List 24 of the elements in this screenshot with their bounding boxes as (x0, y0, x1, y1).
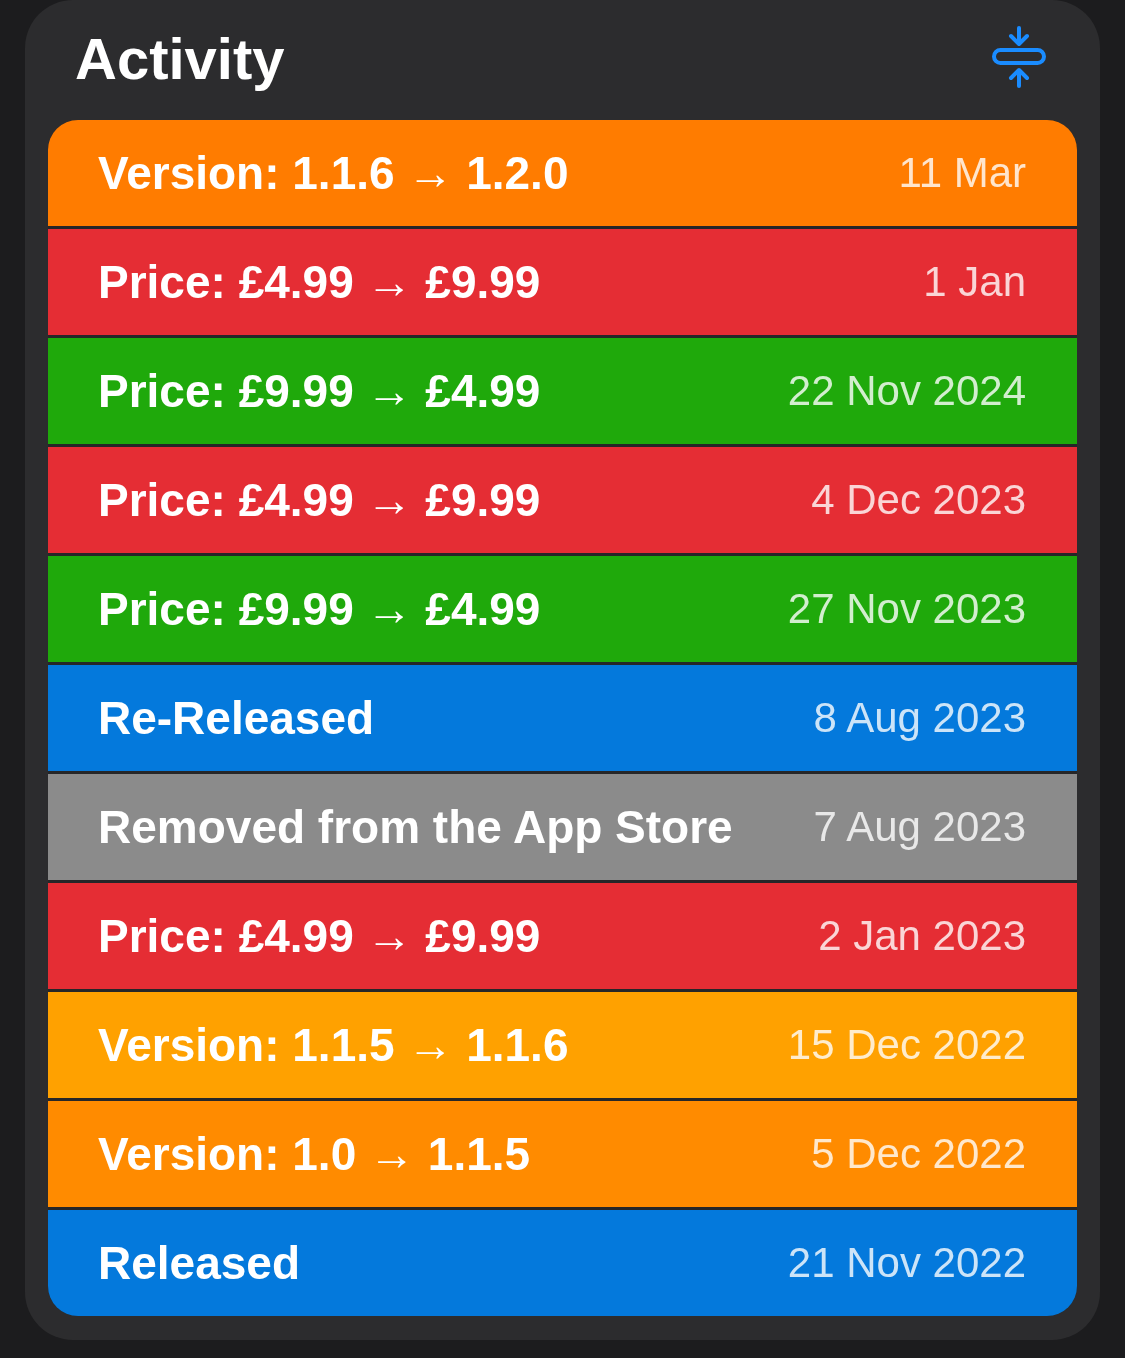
card-title: Activity (75, 24, 285, 92)
date-label: 5 Dec 2022 (811, 1130, 1026, 1178)
date-label: 7 Aug 2023 (813, 803, 1026, 851)
date-label: 4 Dec 2023 (811, 476, 1026, 524)
change-label: Released (98, 1236, 300, 1290)
change-label: Price: £4.99 → £9.99 (98, 255, 541, 309)
change-label: Price: £9.99 → £4.99 (98, 364, 541, 418)
change-label: Version: 1.0 → 1.1.5 (98, 1127, 531, 1181)
change-label: Version: 1.1.6 → 1.2.0 (98, 146, 569, 200)
change-label: Re-Released (98, 691, 375, 745)
date-label: 11 Mar (898, 149, 1026, 197)
change-label: Price: £9.99 → £4.99 (98, 582, 541, 636)
date-label: 8 Aug 2023 (813, 694, 1026, 742)
date-label: 2 Jan 2023 (818, 912, 1026, 960)
compress-icon[interactable] (991, 26, 1047, 88)
change-label: Price: £4.99 → £9.99 (98, 909, 541, 963)
change-label: Removed from the App Store (98, 800, 733, 854)
change-label: Version: 1.1.5 → 1.1.6 (98, 1018, 569, 1072)
date-label: 15 Dec 2022 (787, 1021, 1026, 1069)
date-label: 1 Jan (923, 258, 1026, 306)
date-label: 27 Nov 2023 (787, 585, 1026, 633)
date-label: 22 Nov 2024 (787, 367, 1026, 415)
date-label: 21 Nov 2022 (787, 1239, 1026, 1287)
change-label: Price: £4.99 → £9.99 (98, 473, 541, 527)
